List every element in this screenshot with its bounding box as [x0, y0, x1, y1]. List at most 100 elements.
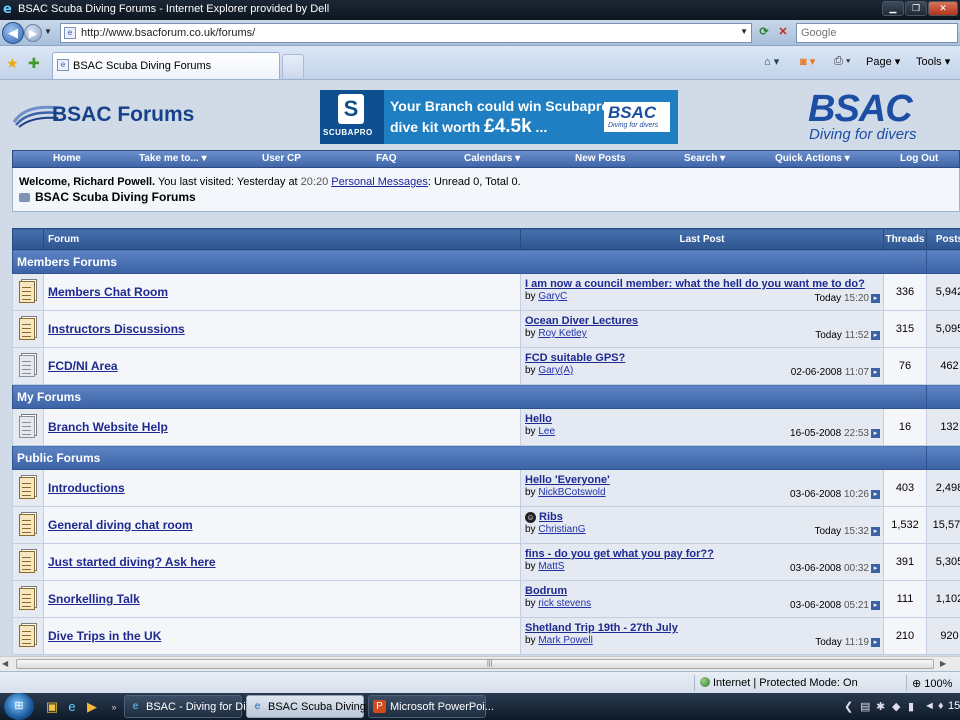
address-field[interactable]: e http://www.bsacforum.co.uk/forums/ ▼ — [60, 23, 752, 43]
tray-bluetooth-icon[interactable]: ✱ — [876, 700, 885, 713]
last-poster-link[interactable]: Gary(A) — [538, 365, 573, 376]
nav-faq[interactable]: FAQ — [376, 153, 397, 164]
back-button[interactable]: ◀ — [2, 22, 24, 44]
category-title[interactable]: My Forums — [12, 384, 927, 409]
last-post-link[interactable]: fins - do you get what you pay for?? — [525, 548, 714, 560]
task-bsac-forums[interactable]: e BSAC Scuba Diving ... — [246, 695, 378, 718]
last-poster-link[interactable]: NickBCotswold — [538, 487, 605, 498]
refresh-icon[interactable]: ⟳ — [756, 24, 772, 40]
task-bsac-diving[interactable]: e BSAC - Diving for Di... — [124, 695, 255, 718]
bsac-main-logo[interactable]: BSAC Diving for divers — [808, 88, 954, 146]
last-poster-link[interactable]: Mark Powell — [538, 635, 592, 646]
nav-user-cp[interactable]: User CP — [262, 153, 301, 164]
go-to-last-post-icon[interactable]: ▸ — [871, 331, 880, 340]
scroll-left-icon[interactable]: ◀ — [2, 659, 8, 668]
tray-battery-icon[interactable]: ▮ — [908, 700, 914, 713]
home-icon[interactable]: ⌂ ▾ — [764, 55, 779, 68]
address-dropdown-icon[interactable]: ▼ — [740, 27, 748, 36]
media-quicklaunch-icon[interactable]: ▶ — [84, 699, 100, 715]
go-to-last-post-icon[interactable]: ▸ — [871, 564, 880, 573]
quicklaunch-overflow-icon[interactable]: » — [106, 699, 122, 715]
ie-task-icon: e — [254, 701, 261, 712]
go-to-last-post-icon[interactable]: ▸ — [871, 294, 880, 303]
last-post-link[interactable]: Ocean Diver Lectures — [525, 315, 638, 327]
last-post-link[interactable]: Hello — [525, 413, 552, 425]
last-poster-link[interactable]: rick stevens — [538, 598, 591, 609]
zoom-level[interactable]: ⊕ 100% — [912, 677, 952, 690]
go-to-last-post-icon[interactable]: ▸ — [871, 490, 880, 499]
new-tab-button[interactable] — [282, 54, 304, 78]
start-button[interactable]: ⊞ — [4, 693, 34, 720]
personal-messages-link[interactable]: Personal Messages — [331, 176, 428, 188]
search-field[interactable] — [796, 23, 958, 43]
thread-count: 336 — [883, 273, 927, 311]
forum-link[interactable]: Introductions — [48, 481, 125, 495]
nav-search[interactable]: Search ▾ — [684, 153, 725, 164]
forum-link[interactable]: FCD/NI Area — [48, 359, 118, 373]
stop-icon[interactable]: ✕ — [775, 24, 791, 40]
tray-network-icon[interactable]: ▤ — [860, 700, 870, 713]
go-to-last-post-icon[interactable]: ▸ — [871, 527, 880, 536]
category-title[interactable]: Members Forums — [12, 249, 927, 274]
add-favorites-icon[interactable]: ✚ — [28, 55, 40, 72]
nav-take-me-to[interactable]: Take me to... ▾ — [139, 153, 207, 164]
task-powerpoint[interactable]: P Microsoft PowerPoi... — [368, 695, 494, 718]
close-button[interactable]: ✕ — [928, 1, 958, 16]
scroll-thumb[interactable]: ||| — [16, 659, 934, 669]
go-to-last-post-icon[interactable]: ▸ — [871, 601, 880, 610]
last-poster-link[interactable]: Lee — [538, 426, 555, 437]
tab-page-icon: e — [57, 59, 69, 71]
last-post-link[interactable]: Ribs — [539, 511, 563, 523]
tools-menu-button[interactable]: Tools ▾ — [916, 55, 950, 68]
scubapro-banner-ad[interactable]: S SCUBAPRO Your Branch could win Scubapr… — [320, 90, 678, 144]
nav-quick-actions[interactable]: Quick Actions ▾ — [775, 153, 850, 164]
go-to-last-post-icon[interactable]: ▸ — [871, 429, 880, 438]
category-title[interactable]: Public Forums — [12, 445, 927, 470]
forum-link[interactable]: Members Chat Room — [48, 285, 168, 299]
forum-link[interactable]: Instructors Discussions — [48, 322, 185, 336]
maximize-button[interactable]: ❐ — [905, 1, 927, 16]
forum-link[interactable]: General diving chat room — [48, 518, 193, 532]
security-zone[interactable]: Internet | Protected Mode: On — [700, 677, 858, 689]
go-to-last-post-icon[interactable]: ▸ — [871, 638, 880, 647]
forum-link[interactable]: Branch Website Help — [48, 420, 168, 434]
last-poster-link[interactable]: GaryC — [538, 291, 567, 302]
nav-new-posts[interactable]: New Posts — [575, 153, 626, 164]
print-icon[interactable]: ⎙ ▾ — [834, 55, 850, 68]
last-post-link[interactable]: FCD suitable GPS? — [525, 352, 625, 364]
nav-home[interactable]: Home — [53, 153, 81, 164]
last-post-link[interactable]: Bodrum — [525, 585, 567, 597]
page-menu-button[interactable]: Page ▾ — [866, 55, 900, 68]
last-poster-link[interactable]: Roy Ketley — [538, 328, 586, 339]
feeds-icon[interactable]: ◙ ▾ — [800, 55, 815, 68]
forward-button[interactable]: ▶ — [24, 24, 42, 42]
search-input[interactable] — [797, 24, 957, 42]
horizontal-scrollbar[interactable]: ◀ ||| ▶ — [0, 656, 960, 671]
last-post-cell: ☺ Ribs by ChristianG Today 15:32 ▸ — [520, 506, 884, 544]
tray-expand-icon[interactable]: ❮ — [844, 700, 853, 713]
minimize-button[interactable]: ▁ — [882, 1, 904, 16]
last-post-link[interactable]: Shetland Trip 19th - 27th July — [525, 622, 678, 634]
tray-security-icon[interactable]: ◆ — [892, 700, 900, 713]
last-poster-link[interactable]: ChristianG — [538, 524, 585, 535]
page-icon: e — [64, 27, 76, 39]
forum-link[interactable]: Snorkelling Talk — [48, 592, 140, 606]
url-text[interactable]: http://www.bsacforum.co.uk/forums/ — [81, 27, 255, 39]
ie-quicklaunch-icon[interactable]: e — [64, 699, 80, 715]
scroll-right-icon[interactable]: ▶ — [940, 659, 946, 668]
forum-link[interactable]: Just started diving? Ask here — [48, 555, 216, 569]
last-post-link[interactable]: Hello 'Everyone' — [525, 474, 610, 486]
tab-bsac-forums[interactable]: e BSAC Scuba Diving Forums — [52, 52, 280, 79]
last-poster-link[interactable]: MattS — [538, 561, 564, 572]
show-desktop-icon[interactable]: ▣ — [44, 699, 60, 715]
go-to-last-post-icon[interactable]: ▸ — [871, 368, 880, 377]
tray-volume-icon[interactable]: ◄ — [924, 700, 935, 712]
favorites-star-icon[interactable]: ★ — [6, 55, 19, 72]
last-post-link[interactable]: I am now a council member: what the hell… — [525, 278, 865, 290]
forum-link[interactable]: Dive Trips in the UK — [48, 629, 161, 643]
bsac-forums-logo[interactable]: BSAC Forums — [12, 96, 202, 136]
recent-pages-dropdown[interactable]: ▼ — [44, 27, 52, 36]
nav-calendars[interactable]: Calendars ▾ — [464, 153, 520, 164]
nav-log-out[interactable]: Log Out — [900, 153, 938, 164]
tray-power-icon[interactable]: ♦ — [938, 700, 944, 712]
